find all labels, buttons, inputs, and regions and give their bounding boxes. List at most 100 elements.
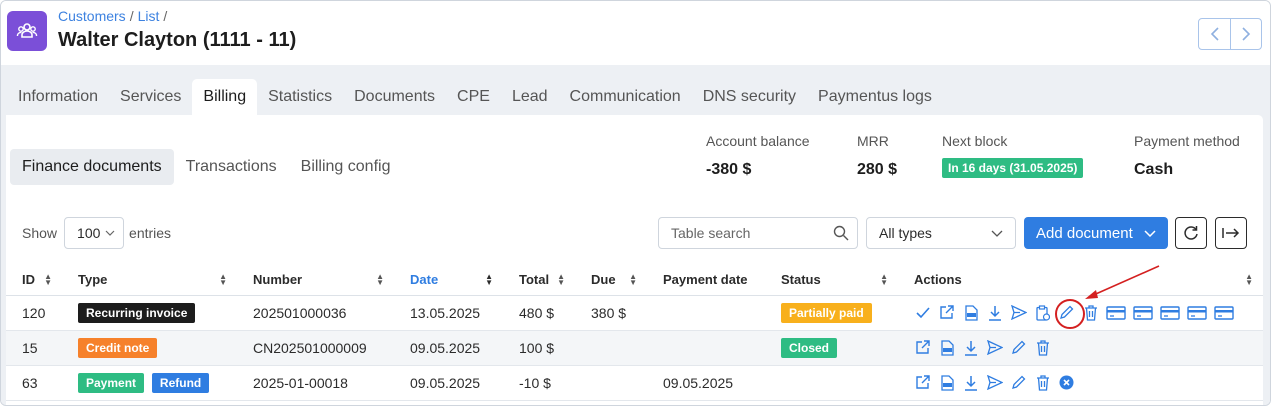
sort-icon: ▲ ▼	[219, 272, 227, 287]
open-external-icon[interactable]	[914, 339, 931, 356]
cell-id: 63	[6, 365, 62, 401]
subtab-billing-config[interactable]: Billing config	[289, 149, 403, 185]
credit-card-icon[interactable]	[1187, 304, 1207, 321]
type-badge-secondary: Refund	[151, 372, 210, 393]
next-block-label: Next block	[942, 133, 1008, 149]
cell-type: Payment Refund	[62, 365, 237, 401]
pdf-icon[interactable]	[938, 339, 955, 356]
search-input[interactable]	[671, 225, 821, 241]
column-header-payment-date[interactable]: Payment date	[647, 265, 765, 296]
send-icon[interactable]	[986, 339, 1003, 356]
next-block-stat: Next block In 16 days (31.05.2025)	[942, 133, 1084, 178]
credit-card-icon[interactable]	[1106, 304, 1126, 321]
account-balance-value: -380 $	[706, 161, 752, 178]
column-header-status[interactable]: Status ▲ ▼	[765, 265, 898, 296]
open-external-icon[interactable]	[914, 374, 931, 391]
refresh-button[interactable]	[1175, 217, 1207, 249]
add-document-label: Add document	[1036, 224, 1133, 242]
search-icon	[833, 225, 849, 241]
credit-card-icon[interactable]	[1160, 304, 1180, 321]
column-header-total[interactable]: Total ▲ ▼	[503, 265, 575, 296]
column-header-date[interactable]: Date ▲ ▼	[394, 265, 503, 296]
customers-logo-icon	[7, 11, 47, 51]
cell-status: Partially paid	[765, 295, 898, 331]
payment-method-label: Payment method	[1134, 133, 1240, 149]
finance-documents-table: ID ▲ ▼ Type ▲ ▼ Number ▲ ▼ Date ▲ ▼ Total ▲ ▼ Due ▲…	[6, 265, 1263, 401]
tab-communication[interactable]: Communication	[559, 79, 692, 115]
cell-due	[575, 365, 647, 401]
send-icon[interactable]	[1010, 304, 1027, 321]
sort-icon: ▲ ▼	[629, 272, 637, 287]
app-frame: Customers / List / Walter Clayton (1111 - 1…	[0, 0, 1271, 406]
check-icon[interactable]	[914, 304, 931, 321]
edit-pencil-icon[interactable]	[1010, 339, 1027, 356]
breadcrumb: Customers / List /	[58, 8, 171, 24]
edit-pencil-icon[interactable]	[1010, 374, 1027, 391]
table-row[interactable]: 63 Payment Refund 2025-01-00018 09.05.20…	[6, 365, 1263, 401]
send-icon[interactable]	[986, 374, 1003, 391]
tab-paymentus-logs[interactable]: Paymentus logs	[807, 79, 943, 115]
annotation-arrow-icon	[1085, 265, 1160, 299]
tab-billing[interactable]: Billing	[192, 79, 258, 115]
billing-subtabs: Finance documents Transactions Billing c…	[10, 149, 402, 185]
cell-status	[765, 365, 898, 401]
breadcrumb-customers[interactable]: Customers	[58, 8, 126, 24]
tab-cpe[interactable]: CPE	[446, 79, 501, 115]
credit-card-icon[interactable]	[1133, 304, 1153, 321]
cancel-circle-icon[interactable]	[1058, 374, 1075, 391]
download-icon[interactable]	[986, 304, 1003, 321]
prev-record-button[interactable]	[1199, 19, 1230, 49]
breadcrumb-list[interactable]: List	[138, 8, 160, 24]
tab-lead[interactable]: Lead	[501, 79, 559, 115]
type-badge: Recurring invoice	[78, 302, 196, 323]
mrr-label: MRR	[857, 133, 889, 149]
types-value: All types	[879, 225, 932, 241]
cell-id: 120	[6, 295, 62, 331]
types-select[interactable]: All types	[866, 217, 1016, 249]
tab-services[interactable]: Services	[109, 79, 192, 115]
delete-icon[interactable]	[1034, 374, 1051, 391]
column-header-number[interactable]: Number ▲ ▼	[237, 265, 394, 296]
entries-control: Show 100 entries	[22, 217, 171, 249]
next-record-button[interactable]	[1230, 19, 1261, 49]
download-icon[interactable]	[962, 374, 979, 391]
export-button[interactable]	[1215, 217, 1247, 249]
tab-dns-security[interactable]: DNS security	[692, 79, 807, 115]
tab-information[interactable]: Information	[7, 79, 109, 115]
column-header-due[interactable]: Due ▲ ▼	[575, 265, 647, 296]
pdf-icon[interactable]	[938, 374, 955, 391]
cell-number: 202501000036	[237, 295, 394, 331]
tab-documents[interactable]: Documents	[343, 79, 446, 115]
column-header-id[interactable]: ID ▲ ▼	[6, 265, 62, 296]
show-label: Show	[22, 225, 58, 241]
main-tabs: Information Services Billing Statistics …	[7, 79, 943, 115]
pdf-icon[interactable]	[962, 304, 979, 321]
breadcrumb-separator: /	[129, 8, 134, 24]
subtab-finance-documents[interactable]: Finance documents	[10, 149, 174, 185]
column-header-type[interactable]: Type ▲ ▼	[62, 265, 237, 296]
clipboard-icon[interactable]	[1034, 304, 1051, 321]
export-icon	[1222, 228, 1240, 238]
download-icon[interactable]	[962, 339, 979, 356]
breadcrumb-separator: /	[163, 8, 168, 24]
table-row[interactable]: 15 Credit note CN202501000009 09.05.2025…	[6, 330, 1263, 366]
type-badge: Payment	[78, 372, 145, 393]
sort-icon: ▲ ▼	[1245, 272, 1253, 287]
chevron-down-icon	[105, 230, 115, 236]
add-document-button[interactable]: Add document	[1024, 217, 1168, 249]
account-balance-stat: Account balance -380 $	[706, 133, 810, 179]
delete-icon[interactable]	[1034, 339, 1051, 356]
credit-card-icon[interactable]	[1214, 304, 1234, 321]
cell-due: 380 $	[575, 295, 647, 331]
open-external-icon[interactable]	[938, 304, 955, 321]
status-badge: Partially paid	[781, 302, 872, 323]
entries-label: entries	[129, 225, 172, 241]
tab-statistics[interactable]: Statistics	[257, 79, 343, 115]
cell-id: 15	[6, 330, 62, 366]
entries-select[interactable]: 100	[64, 217, 125, 249]
sort-icon: ▲ ▼	[880, 272, 888, 287]
cell-payment-date	[647, 330, 765, 366]
cell-date: 13.05.2025	[394, 295, 503, 331]
status-badge: Closed	[781, 337, 838, 358]
subtab-transactions[interactable]: Transactions	[174, 149, 289, 185]
